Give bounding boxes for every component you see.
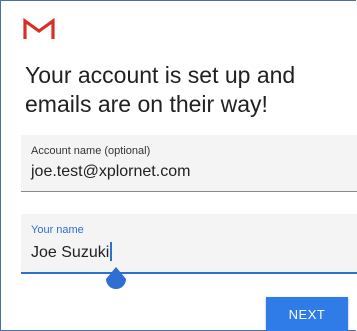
your-name-field[interactable]: Your name Joe Suzuki bbox=[21, 214, 357, 274]
text-selection-handle-icon[interactable] bbox=[105, 265, 127, 291]
gmail-logo-icon bbox=[23, 17, 55, 39]
account-name-field[interactable]: Account name (optional) joe.test@xplorne… bbox=[21, 135, 357, 192]
setup-screen: Your account is set up and emails are on… bbox=[0, 0, 357, 331]
your-name-label: Your name bbox=[31, 224, 84, 236]
next-button[interactable]: NEXT bbox=[266, 297, 348, 331]
your-name-input-wrap[interactable]: Joe Suzuki bbox=[31, 242, 113, 262]
your-name-input[interactable]: Joe Suzuki bbox=[31, 244, 109, 261]
account-name-label: Account name (optional) bbox=[31, 145, 151, 157]
text-caret bbox=[110, 242, 113, 261]
account-name-input[interactable]: joe.test@xplornet.com bbox=[31, 163, 190, 181]
page-title: Your account is set up and emails are on… bbox=[25, 62, 296, 117]
